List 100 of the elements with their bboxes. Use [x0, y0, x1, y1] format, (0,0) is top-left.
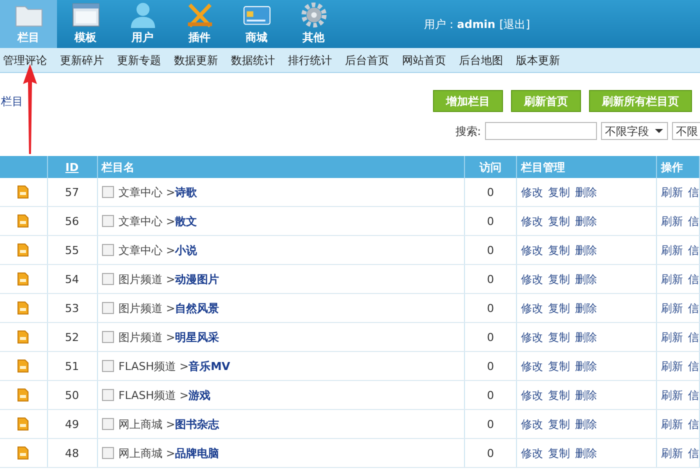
- manage-link[interactable]: 删除: [575, 388, 597, 402]
- action-link[interactable]: 信: [688, 272, 698, 286]
- id-cell: 52: [65, 330, 79, 344]
- breadcrumb-link[interactable]: 栏目: [1, 94, 23, 108]
- category-path: 图片频道 >: [118, 302, 176, 314]
- nav-tab[interactable]: 用户: [114, 0, 171, 48]
- manage-link[interactable]: 复制: [548, 418, 570, 430]
- category-path: 网上商城 >: [118, 446, 176, 460]
- manage-link[interactable]: 复制: [548, 186, 570, 198]
- sub-nav-link[interactable]: 数据统计: [231, 52, 275, 68]
- type-select[interactable]: 不限: [672, 122, 700, 140]
- category-link[interactable]: 散文: [175, 214, 198, 228]
- action-link[interactable]: 刷新: [661, 360, 683, 372]
- manage-link[interactable]: 删除: [575, 272, 597, 286]
- manage-link[interactable]: 修改: [521, 330, 543, 344]
- sub-nav-link[interactable]: 后台地图: [459, 52, 503, 68]
- manage-link[interactable]: 修改: [521, 302, 543, 314]
- category-link[interactable]: 诗歌: [175, 186, 198, 198]
- document-icon: [17, 185, 30, 199]
- manage-link[interactable]: 复制: [548, 272, 570, 286]
- action-link[interactable]: 刷新: [661, 244, 683, 256]
- sub-nav-link[interactable]: 网站首页: [402, 52, 446, 68]
- action-link[interactable]: 刷新: [661, 272, 683, 286]
- row-checkbox[interactable]: [102, 186, 114, 198]
- manage-link[interactable]: 复制: [548, 388, 570, 402]
- action-link[interactable]: 信: [688, 214, 698, 228]
- manage-link[interactable]: 复制: [548, 214, 570, 228]
- row-checkbox[interactable]: [102, 244, 114, 256]
- action-link[interactable]: 信: [688, 302, 698, 314]
- manage-link[interactable]: 复制: [548, 330, 570, 344]
- row-checkbox[interactable]: [102, 302, 114, 314]
- action-link[interactable]: 信: [688, 360, 698, 372]
- manage-link[interactable]: 删除: [575, 214, 597, 228]
- nav-tab[interactable]: 模板: [57, 0, 114, 48]
- manage-link[interactable]: 复制: [548, 244, 570, 256]
- nav-tab[interactable]: 其他: [285, 0, 342, 48]
- category-link[interactable]: 品牌电脑: [175, 446, 220, 460]
- manage-link[interactable]: 删除: [575, 302, 597, 314]
- search-field[interactable]: [485, 122, 597, 140]
- row-checkbox[interactable]: [102, 447, 114, 460]
- action-link[interactable]: 信: [688, 418, 698, 430]
- row-checkbox[interactable]: [102, 389, 114, 402]
- manage-link[interactable]: 复制: [548, 446, 570, 460]
- manage-link[interactable]: 复制: [548, 360, 570, 372]
- action-link[interactable]: 信: [688, 446, 698, 460]
- category-link[interactable]: 动漫图片: [175, 272, 220, 286]
- category-path: FLASH频道 >: [118, 360, 189, 372]
- category-link[interactable]: 明星风采: [175, 330, 220, 344]
- row-checkbox[interactable]: [102, 273, 114, 286]
- manage-link[interactable]: 修改: [521, 214, 543, 228]
- category-link[interactable]: 小说: [175, 244, 198, 256]
- manage-link[interactable]: 修改: [521, 388, 543, 402]
- manage-link[interactable]: 删除: [575, 186, 597, 198]
- manage-link[interactable]: 修改: [521, 272, 543, 286]
- sub-nav-link[interactable]: 管理评论: [3, 52, 47, 68]
- row-checkbox[interactable]: [102, 418, 114, 430]
- category-link[interactable]: 图书杂志: [175, 418, 220, 430]
- action-link[interactable]: 刷新: [661, 388, 683, 402]
- action-link[interactable]: 刷新: [661, 214, 683, 228]
- category-path: 图片频道 >: [118, 272, 176, 286]
- manage-link[interactable]: 删除: [575, 330, 597, 344]
- row-checkbox[interactable]: [102, 331, 114, 344]
- id-cell: 57: [65, 186, 79, 198]
- action-link[interactable]: 刷新: [661, 330, 683, 344]
- sub-nav-link[interactable]: 排行统计: [288, 52, 332, 68]
- action-link[interactable]: 信: [688, 330, 698, 344]
- manage-link[interactable]: 复制: [548, 302, 570, 314]
- manage-link[interactable]: 删除: [575, 418, 597, 430]
- action-link[interactable]: 刷新: [661, 186, 683, 198]
- field-select[interactable]: 不限字段: [601, 122, 668, 140]
- manage-link[interactable]: 删除: [575, 244, 597, 256]
- manage-link[interactable]: 修改: [521, 446, 543, 460]
- sub-nav-link[interactable]: 版本更新: [516, 52, 560, 68]
- action-link[interactable]: 信: [688, 244, 698, 256]
- nav-tab[interactable]: 商城: [228, 0, 285, 48]
- manage-link[interactable]: 删除: [575, 446, 597, 460]
- action-link[interactable]: 刷新: [661, 446, 683, 460]
- action-link[interactable]: 信: [688, 186, 698, 198]
- category-path: 文章中心 >: [118, 186, 176, 198]
- manage-link[interactable]: 修改: [521, 360, 543, 372]
- column-header: 操作: [661, 160, 683, 174]
- visits-cell: 0: [487, 272, 494, 286]
- sub-nav-link[interactable]: 更新碎片: [60, 52, 104, 68]
- manage-link[interactable]: 修改: [521, 418, 543, 430]
- manage-link[interactable]: 修改: [521, 186, 543, 198]
- logout-link[interactable]: [退出]: [499, 16, 530, 32]
- row-checkbox[interactable]: [102, 215, 114, 228]
- category-link[interactable]: 游戏: [188, 388, 211, 402]
- category-link[interactable]: 自然风景: [175, 302, 220, 314]
- nav-tab[interactable]: 插件: [171, 0, 228, 48]
- sub-nav-link[interactable]: 更新专题: [117, 52, 161, 68]
- action-link[interactable]: 刷新: [661, 302, 683, 314]
- action-link[interactable]: 刷新: [661, 418, 683, 430]
- manage-link[interactable]: 修改: [521, 244, 543, 256]
- sub-nav-link[interactable]: 后台首页: [345, 52, 389, 68]
- manage-link[interactable]: 删除: [575, 360, 597, 372]
- action-link[interactable]: 信: [688, 388, 698, 402]
- sub-nav-link[interactable]: 数据更新: [174, 52, 218, 68]
- row-checkbox[interactable]: [102, 360, 114, 372]
- category-link[interactable]: 音乐MV: [188, 360, 230, 372]
